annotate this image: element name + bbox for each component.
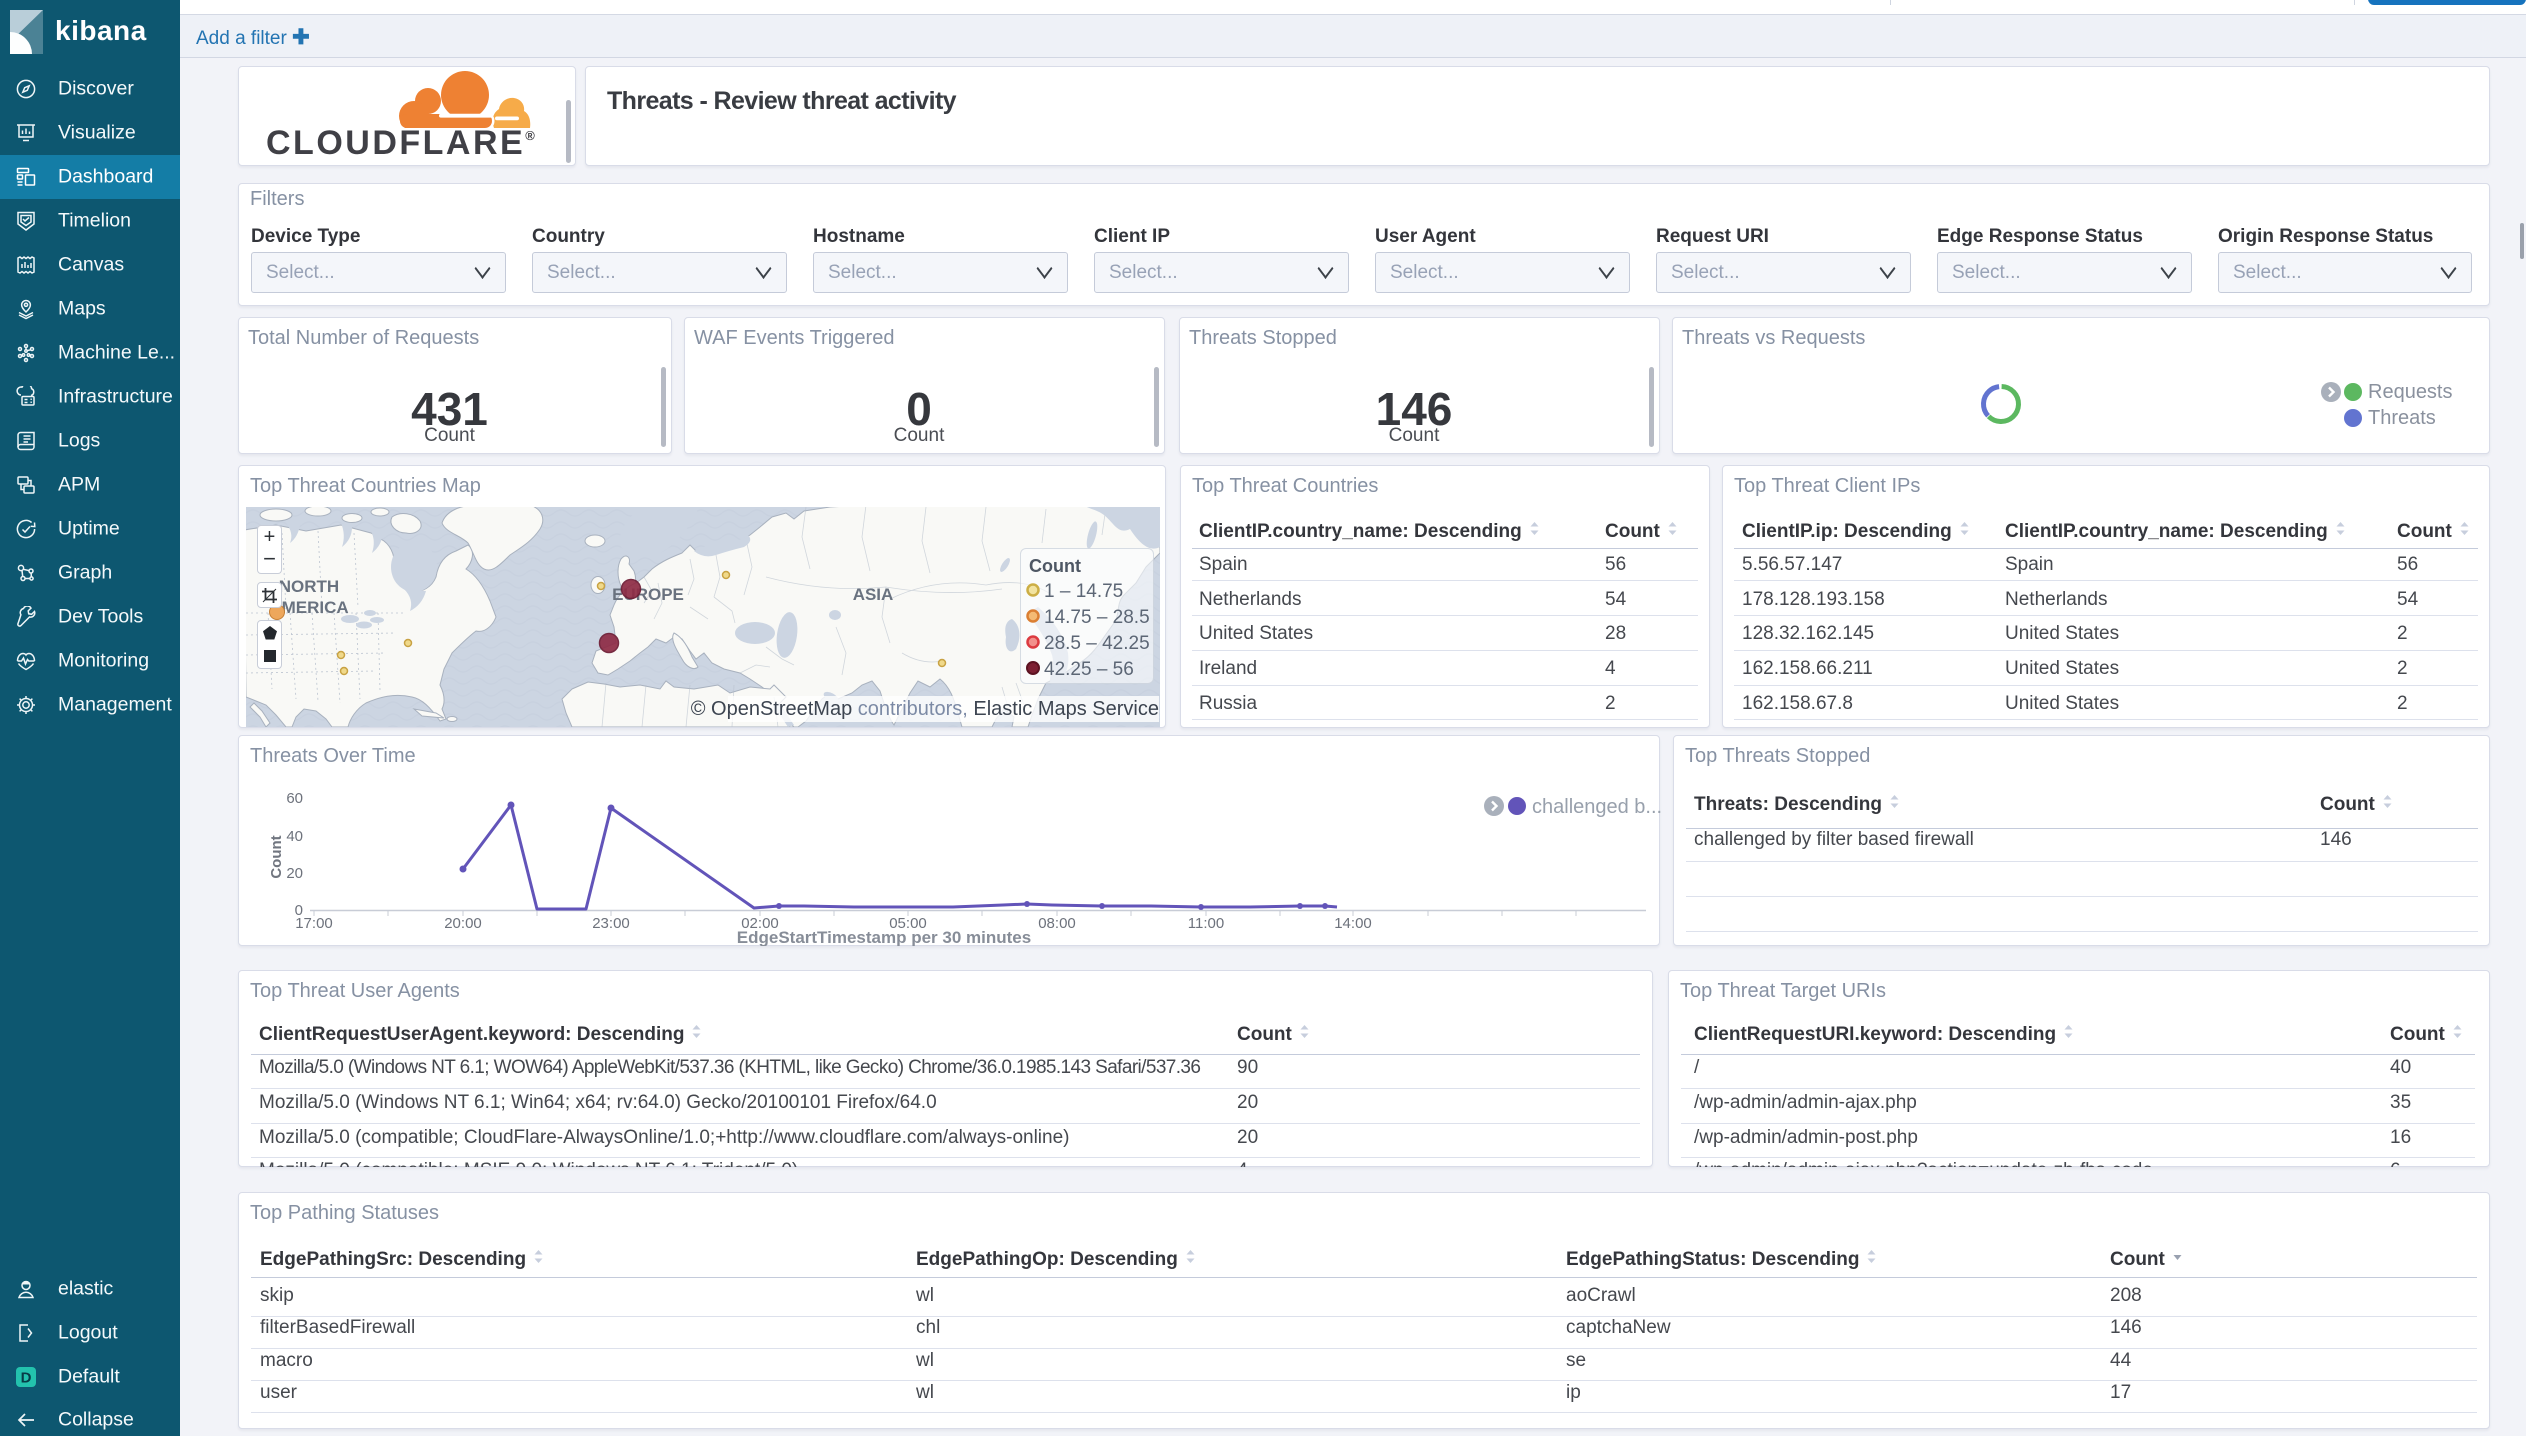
svg-text:20:00: 20:00: [444, 915, 482, 932]
svg-text:NORTH: NORTH: [279, 577, 339, 596]
svg-text:Count: Count: [268, 835, 285, 878]
svg-text:17:00: 17:00: [295, 915, 333, 932]
svg-text:08:00: 08:00: [1038, 915, 1076, 932]
svg-text:14:00: 14:00: [1334, 915, 1372, 932]
svg-text:D: D: [21, 1370, 32, 1387]
svg-text:11:00: 11:00: [1188, 915, 1224, 932]
svg-text:23:00: 23:00: [592, 915, 630, 932]
svg-text:ASIA: ASIA: [853, 585, 894, 604]
svg-text:40: 40: [286, 828, 303, 845]
svg-text:60: 60: [286, 790, 303, 807]
svg-text:20: 20: [286, 865, 303, 882]
svg-text:EdgeStartTimestamp per 30 minu: EdgeStartTimestamp per 30 minutes: [737, 928, 1031, 946]
